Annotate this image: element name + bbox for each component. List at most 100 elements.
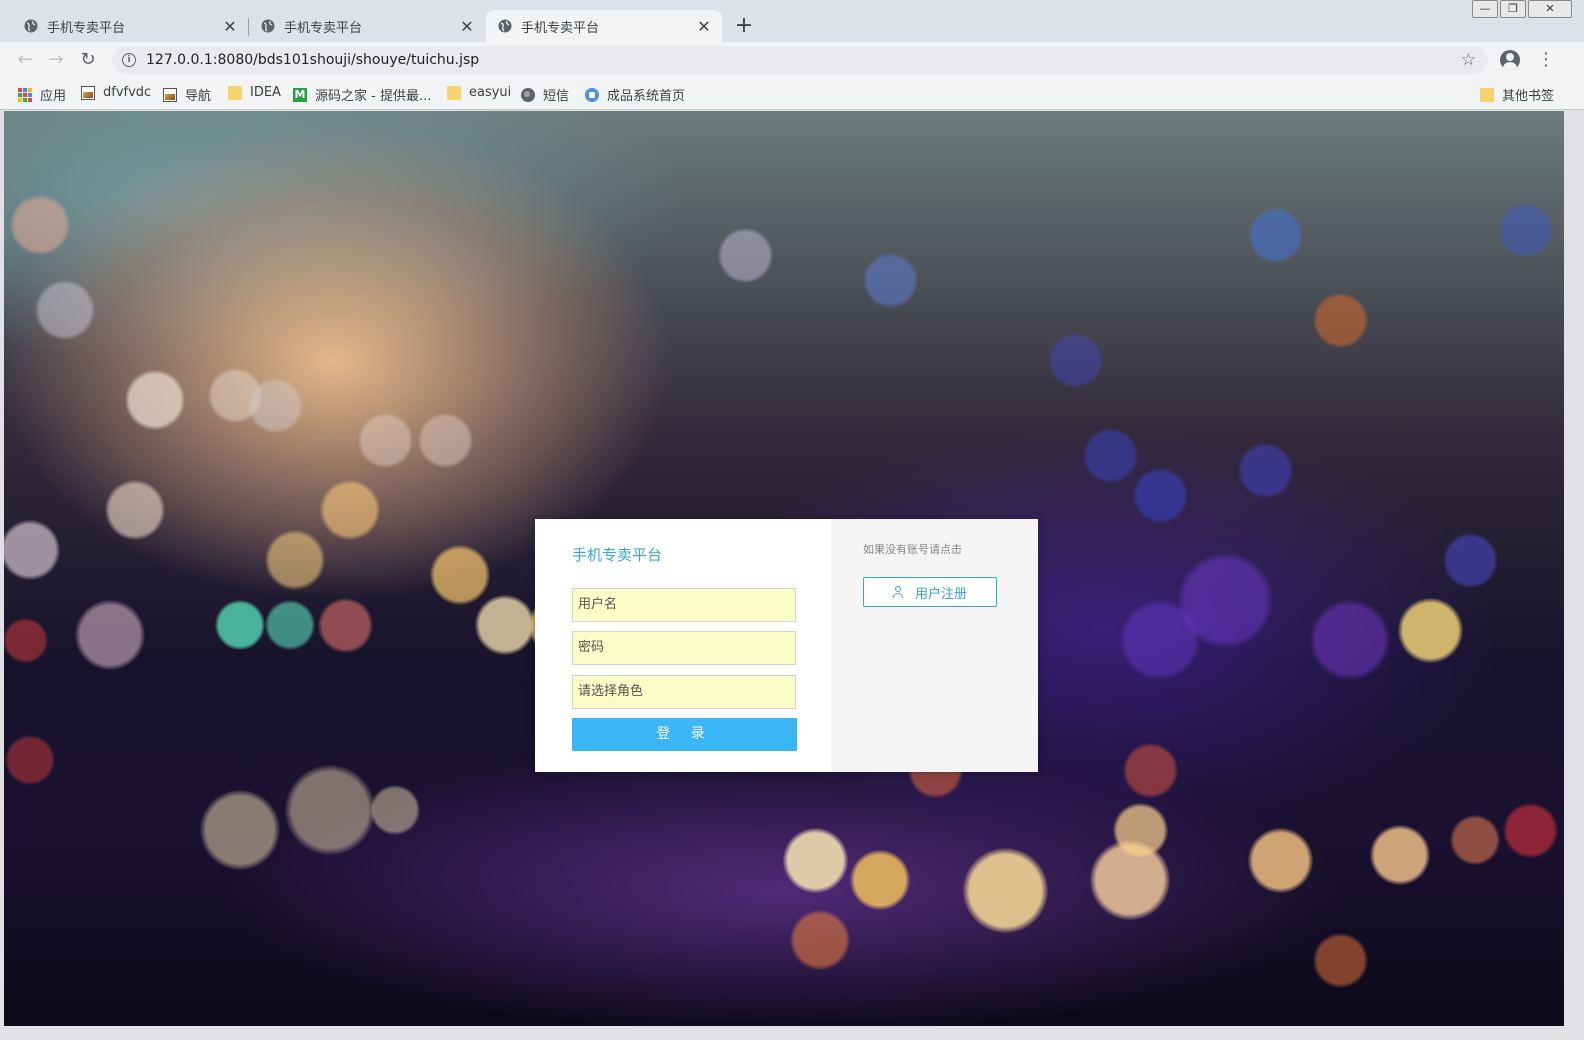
new-tab-button[interactable]: + — [734, 14, 754, 38]
m-logo-icon: M — [293, 87, 307, 102]
bokeh-light — [1112, 802, 1168, 858]
bookmark-label: 导航 — [185, 89, 212, 104]
login-title: 手机专卖平台 — [572, 546, 663, 564]
tab-title: 手机专卖平台 — [521, 20, 600, 36]
bokeh-light — [1397, 597, 1463, 663]
bokeh-light — [717, 227, 773, 283]
bokeh-light — [1370, 825, 1430, 885]
bokeh-light — [1450, 815, 1500, 865]
bokeh-light — [962, 847, 1048, 933]
bokeh-light — [357, 412, 413, 468]
bookmark-label: 应用 — [40, 89, 67, 104]
bookmark-system-home[interactable]: 成品系统首页 — [585, 85, 685, 104]
reload-button[interactable]: ↻ — [78, 50, 98, 70]
register-hint: 如果没有账号请点击 — [863, 543, 962, 556]
bookmark-label: dfvfvdc — [103, 85, 152, 100]
bookmark-sms[interactable]: 短信 — [521, 85, 569, 104]
bookmark-label: 源码之家 - 提供最... — [315, 89, 432, 104]
tab-strip: 手机专卖平台 ✕ 手机专卖平台 ✕ 手机专卖平台 ✕ + — ❐ ✕ — [0, 0, 1584, 42]
bokeh-light — [1502, 802, 1558, 858]
username-input[interactable]: 用户名 — [572, 588, 796, 622]
window-controls: — ❐ ✕ — [1470, 0, 1572, 20]
bookmark-star-icon[interactable]: ☆ — [1461, 50, 1476, 70]
bokeh-light — [1442, 532, 1498, 588]
bookmark-label: 成品系统首页 — [607, 89, 686, 104]
bokeh-light — [370, 785, 420, 835]
bokeh-light — [75, 600, 145, 670]
bokeh-light — [1497, 202, 1553, 258]
password-input[interactable]: 密码 — [572, 631, 796, 665]
home-icon — [585, 87, 599, 102]
bokeh-light — [200, 790, 280, 870]
close-window-icon[interactable]: ✕ — [1528, 0, 1572, 18]
tab-1[interactable]: 手机专卖平台 ✕ — [0, 10, 248, 42]
bokeh-light — [1047, 332, 1103, 388]
bookmark-easyui[interactable]: easyui — [447, 85, 511, 100]
bokeh-light — [1247, 207, 1303, 263]
bokeh-light — [215, 600, 265, 650]
bokeh-light — [320, 480, 380, 540]
bokeh-light — [1132, 467, 1188, 523]
close-tab-icon[interactable]: ✕ — [222, 17, 238, 36]
bookmark-label: 其他书签 — [1502, 89, 1555, 104]
profile-avatar-icon[interactable] — [1500, 50, 1520, 70]
bookmark-apps[interactable]: 应用 — [18, 85, 66, 104]
login-button[interactable]: 登 录 — [572, 718, 797, 751]
browser-menu-icon[interactable]: ⋮ — [1537, 50, 1555, 70]
bokeh-light — [10, 195, 70, 255]
bokeh-light — [1247, 827, 1313, 893]
image-icon — [163, 87, 177, 102]
bookmark-label: easyui — [469, 85, 512, 100]
bokeh-light — [1237, 442, 1293, 498]
register-button[interactable]: 用户注册 — [863, 577, 997, 607]
bokeh-light — [475, 595, 535, 655]
bokeh-light — [1312, 932, 1368, 988]
browser-toolbar: ← → ↻ i 127.0.0.1:8080/bds101shouji/shou… — [0, 42, 1584, 78]
bokeh-light — [265, 530, 325, 590]
bokeh-light — [1082, 427, 1138, 483]
register-panel: 如果没有账号请点击 用户注册 — [831, 519, 1038, 772]
forward-button[interactable]: → — [46, 50, 66, 70]
tab-3-active[interactable]: 手机专卖平台 ✕ — [486, 10, 722, 42]
image-icon — [81, 85, 95, 100]
folder-icon — [228, 85, 242, 100]
close-tab-icon[interactable]: ✕ — [696, 17, 712, 36]
tab-title: 手机专卖平台 — [47, 20, 126, 36]
bokeh-light — [1312, 292, 1368, 348]
bookmark-nav[interactable]: 导航 — [163, 85, 211, 104]
bokeh-light — [105, 480, 165, 540]
restore-icon[interactable]: ❐ — [1500, 0, 1526, 18]
login-card: 手机专卖平台 用户名 密码 请选择角色 登 录 如果没有账号请点击 用户注册 — [535, 519, 1038, 772]
role-select[interactable]: 请选择角色 — [572, 675, 796, 709]
minimize-icon[interactable]: — — [1472, 0, 1498, 18]
bokeh-light — [285, 765, 375, 855]
bokeh-light — [5, 735, 55, 785]
info-icon[interactable]: i — [122, 53, 136, 67]
bookmark-idea[interactable]: IDEA — [228, 85, 281, 100]
bookmark-other[interactable]: 其他书签 — [1480, 85, 1554, 104]
back-button[interactable]: ← — [15, 50, 35, 70]
bookmark-label: 短信 — [543, 89, 570, 104]
tab-2[interactable]: 手机专卖平台 ✕ — [249, 10, 485, 42]
bokeh-light — [430, 545, 490, 605]
page-viewport: 手机专卖平台 用户名 密码 请选择角色 登 录 如果没有账号请点击 用户注册 — [4, 111, 1564, 1026]
close-tab-icon[interactable]: ✕ — [459, 17, 475, 36]
globe-icon — [498, 19, 512, 33]
bokeh-light — [265, 600, 315, 650]
bookmark-dfvfvdc[interactable]: dfvfvdc — [81, 85, 151, 100]
folder-icon — [1480, 87, 1494, 102]
bokeh-light — [1310, 600, 1390, 680]
bokeh-light — [4, 520, 60, 580]
bookmark-yuanma[interactable]: M 源码之家 - 提供最... — [293, 85, 431, 104]
globe-icon — [261, 19, 275, 33]
bokeh-light — [125, 370, 185, 430]
bokeh-light — [850, 850, 910, 910]
bokeh-light — [790, 910, 850, 970]
folder-icon — [447, 85, 461, 100]
bokeh-light — [35, 280, 95, 340]
globe-icon — [24, 19, 38, 33]
bokeh-light — [1122, 742, 1178, 798]
tab-title: 手机专卖平台 — [284, 20, 363, 36]
bokeh-light — [4, 617, 48, 663]
address-bar[interactable]: i 127.0.0.1:8080/bds101shouji/shouye/tui… — [112, 46, 1488, 74]
